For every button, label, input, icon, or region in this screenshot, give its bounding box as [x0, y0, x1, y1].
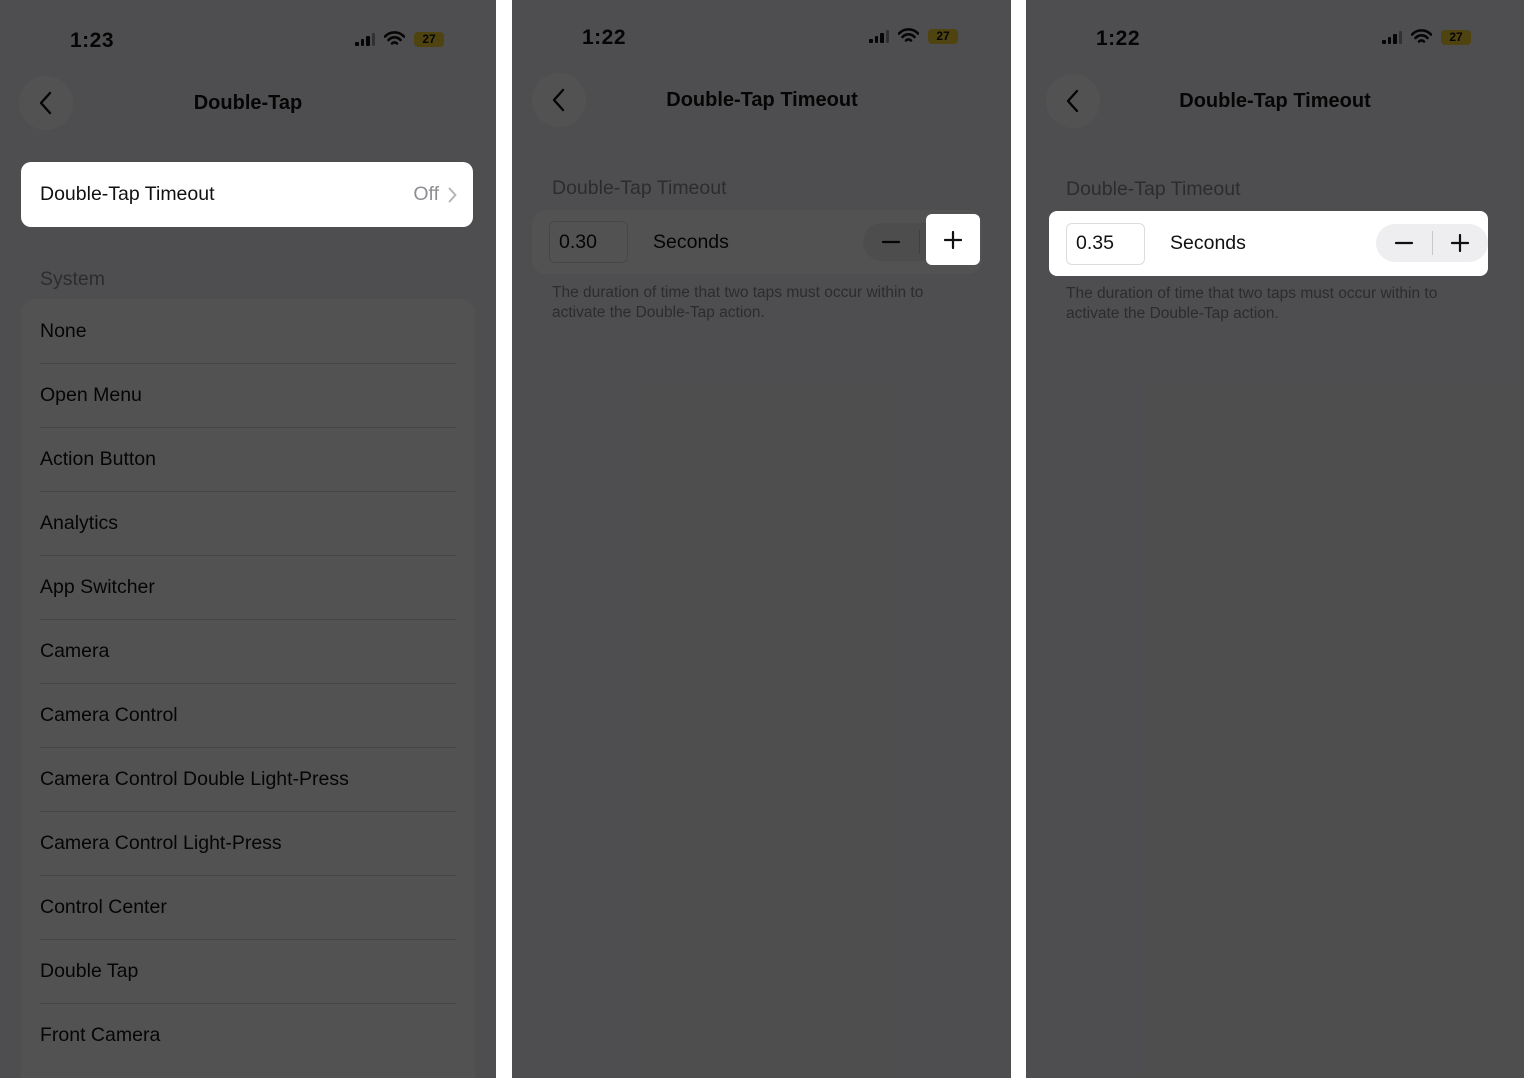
minus-icon — [1394, 241, 1413, 245]
status-time: 1:22 — [582, 26, 627, 49]
section-header-timeout: Double-Tap Timeout — [1066, 178, 1241, 200]
status-icons: 27 — [1382, 29, 1471, 45]
list-item-label: Camera — [40, 639, 110, 662]
dim-overlay — [512, 0, 1011, 1078]
timeout-stepper-card: 0.35 Seconds — [1049, 211, 1488, 276]
page-title: Double-Tap Timeout — [666, 89, 858, 111]
status-icons: 27 — [869, 28, 958, 44]
list-item[interactable]: Control Center — [21, 875, 475, 939]
chevron-left-icon — [39, 91, 52, 115]
timeout-footnote: The duration of time that two taps must … — [1066, 285, 1438, 322]
page-title: Double-Tap Timeout — [1179, 90, 1371, 112]
back-button[interactable] — [1046, 74, 1100, 128]
list-item[interactable]: None — [21, 299, 475, 363]
timeout-footnote: The duration of time that two taps must … — [552, 284, 924, 321]
page-title: Double-Tap — [193, 92, 303, 114]
list-item-label: Camera Control Double Light-Press — [40, 767, 349, 790]
double-tap-timeout-value: Off — [413, 183, 439, 205]
system-actions-list: None Open Menu Action Button Analytics A… — [21, 299, 475, 1078]
timeout-unit-label: Seconds — [653, 230, 729, 253]
list-item-label: Front Camera — [40, 1023, 161, 1046]
list-item-label: Open Menu — [40, 383, 142, 406]
list-item[interactable]: Open Menu — [21, 363, 475, 427]
cellular-signal-icon — [1382, 30, 1402, 44]
wifi-icon — [1411, 29, 1432, 43]
chevron-left-icon — [552, 88, 565, 112]
list-item[interactable]: Camera — [21, 619, 475, 683]
list-item[interactable]: Camera Control — [21, 683, 475, 747]
dim-overlay — [1026, 0, 1524, 1078]
list-item-label: Camera Control Light-Press — [40, 831, 282, 854]
status-time: 1:22 — [1096, 27, 1141, 50]
plus-icon — [944, 230, 962, 249]
decrement-button[interactable] — [1376, 224, 1432, 262]
minus-icon — [882, 240, 900, 244]
double-tap-timeout-label: Double-Tap Timeout — [40, 183, 215, 205]
back-button[interactable] — [532, 73, 586, 127]
list-item[interactable]: Double Tap — [21, 939, 475, 1003]
section-header-system: System — [40, 268, 106, 290]
double-tap-timeout-value-group: Off — [413, 183, 457, 206]
battery-icon: 27 — [414, 31, 444, 47]
list-item[interactable]: Camera Control Light-Press — [21, 811, 475, 875]
increment-button[interactable] — [1432, 224, 1488, 262]
double-tap-timeout-row[interactable]: Double-Tap Timeout Off — [21, 162, 473, 227]
list-item[interactable]: Action Button — [21, 427, 475, 491]
timeout-value-field[interactable]: 0.35 — [1066, 222, 1145, 265]
list-item-label: Action Button — [40, 447, 156, 470]
back-button[interactable] — [19, 76, 73, 130]
list-item-label: None — [40, 319, 87, 342]
screen-double-tap-timeout-before: 1:22 27 Double-Tap Timeout Double-Tap Ti… — [512, 0, 1011, 1078]
screen-double-tap: 1:23 27 Double-Tap Double-Tap Timeout Of… — [0, 0, 496, 1078]
battery-icon: 27 — [928, 28, 958, 44]
decrement-button[interactable] — [863, 223, 919, 261]
list-item-label: Camera Control — [40, 703, 178, 726]
wifi-icon — [384, 31, 405, 45]
list-item-label: Analytics — [40, 511, 119, 534]
wifi-icon — [898, 28, 919, 42]
list-item[interactable]: Camera Control Double Light-Press — [21, 747, 475, 811]
increment-button[interactable] — [926, 214, 980, 265]
cellular-signal-icon — [869, 29, 889, 43]
timeout-stepper — [1376, 224, 1488, 262]
list-item[interactable]: Front Camera — [21, 1003, 475, 1067]
timeout-value-field[interactable]: 0.30 — [549, 221, 628, 263]
list-item-label: Double Tap — [40, 959, 139, 982]
chevron-left-icon — [1066, 89, 1079, 113]
timeout-unit-label: Seconds — [1170, 232, 1246, 254]
battery-icon: 27 — [1441, 29, 1471, 45]
list-item[interactable]: App Switcher — [21, 555, 475, 619]
list-item-label: App Switcher — [40, 575, 155, 598]
status-icons: 27 — [355, 31, 444, 47]
list-item[interactable]: Analytics — [21, 491, 475, 555]
status-time: 1:23 — [70, 29, 115, 52]
chevron-right-icon — [448, 187, 457, 202]
list-item-label: Control Center — [40, 895, 167, 918]
section-header-timeout: Double-Tap Timeout — [552, 177, 727, 199]
plus-icon — [1451, 234, 1470, 252]
stepper-divider — [919, 230, 920, 254]
cellular-signal-icon — [355, 32, 375, 46]
screen-double-tap-timeout-after: 1:22 27 Double-Tap Timeout Double-Tap Ti… — [1026, 0, 1524, 1078]
